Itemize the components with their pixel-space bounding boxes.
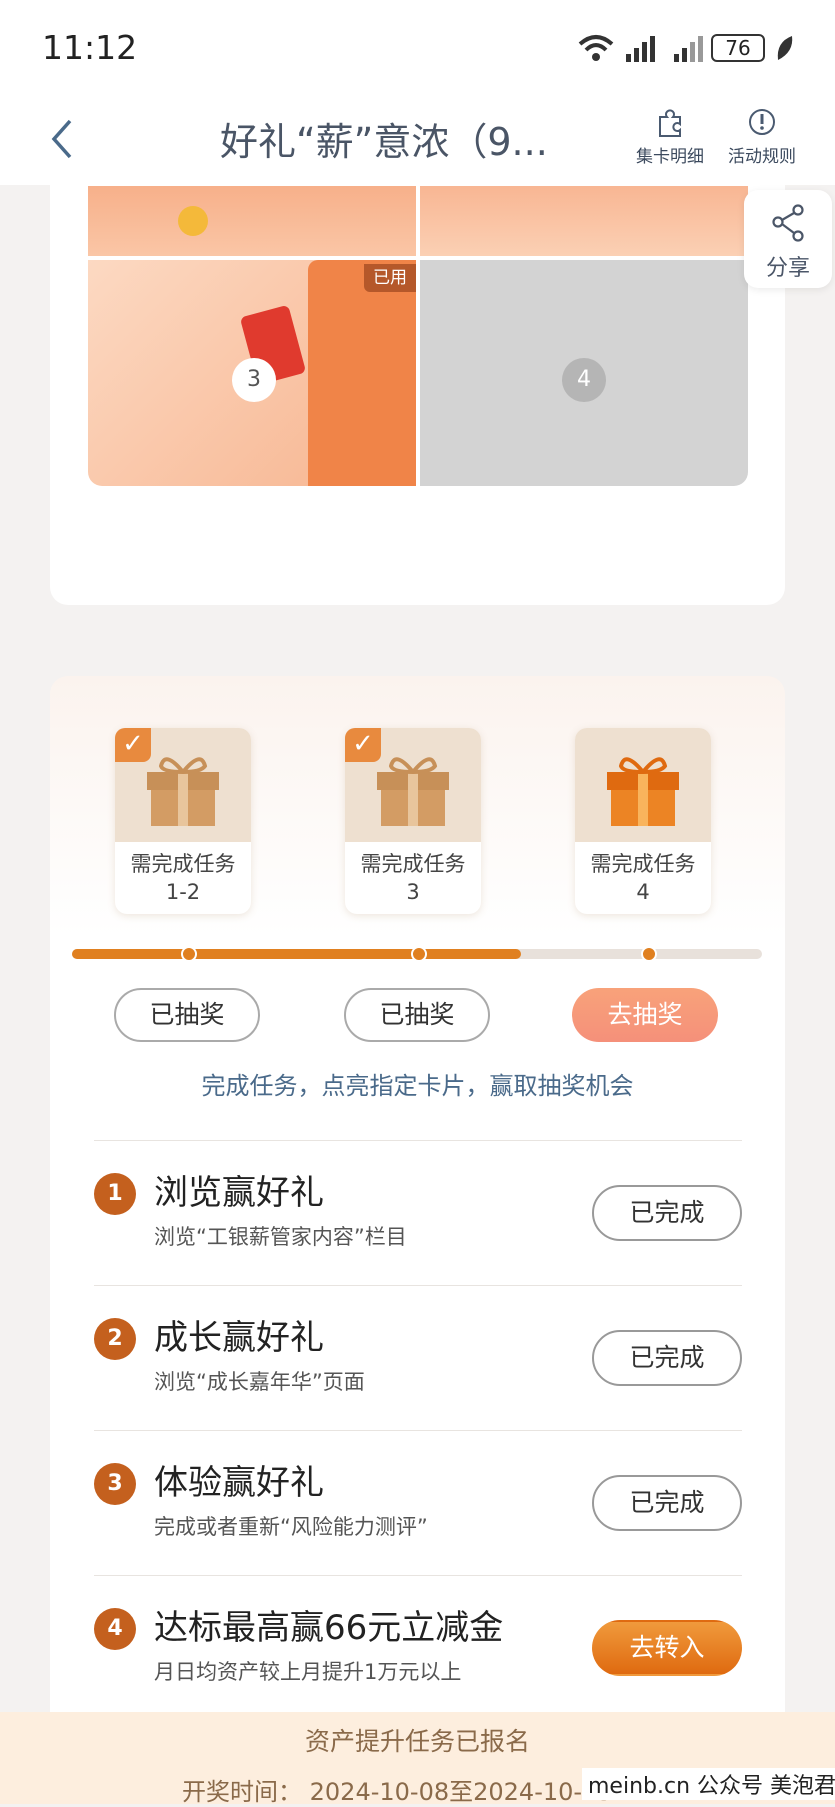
- card-3[interactable]: 已用 3: [88, 260, 416, 486]
- gift-2-tasks: 3: [406, 880, 420, 904]
- gift-tile-1: ✓ 需完成任务 1-2: [115, 728, 251, 914]
- share-icon: [772, 204, 804, 242]
- task-item-3: 3 体验赢好礼 完成或者重新“风险能力测评” 已完成: [94, 1433, 742, 1578]
- task-item-1: 1 浏览赢好礼 浏览“工银薪管家内容”栏目 已完成: [94, 1143, 742, 1288]
- check-icon: ✓: [345, 728, 381, 762]
- rules-label: 活动规则: [728, 147, 796, 167]
- task-4-desc: 月日均资产较上月提升1万元以上: [154, 1660, 462, 1684]
- task-3-desc: 完成或者重新“风险能力测评”: [154, 1515, 428, 1539]
- divider: [94, 1285, 742, 1286]
- puzzle-icon: [659, 109, 681, 137]
- gift-tile-2: ✓ 需完成任务 3: [345, 728, 481, 914]
- progress-track: [72, 946, 762, 962]
- gift-tile-3: 需完成任务 4: [575, 728, 711, 914]
- wifi-icon: [578, 35, 614, 61]
- task-item-4: 4 达标最高赢66元立减金 月日均资产较上月提升1万元以上 去转入: [94, 1578, 742, 1723]
- status-time: 11:12: [42, 28, 138, 67]
- share-button[interactable]: 分享: [744, 190, 832, 288]
- progress-node-2: [411, 946, 427, 962]
- progress-fill: [72, 949, 521, 959]
- used-badge: 已用: [364, 264, 416, 292]
- divider: [94, 1575, 742, 1576]
- gift-3-tasks: 4: [636, 880, 650, 904]
- gift-1-label: 需完成任务: [130, 852, 236, 876]
- task-2-desc: 浏览“成长嘉年华”页面: [154, 1370, 365, 1394]
- progress-node-3: [641, 946, 657, 962]
- gift-box-icon: [377, 757, 449, 826]
- gift-3-label: 需完成任务: [590, 852, 696, 876]
- task-1-desc: 浏览“工银薪管家内容”栏目: [154, 1225, 407, 1249]
- task-3-done-button[interactable]: 已完成: [592, 1475, 742, 1531]
- status-bar: 11:12 76: [0, 0, 835, 95]
- signal-icon: [626, 36, 655, 62]
- task-1-number: 1: [94, 1173, 136, 1215]
- watermark: meinb.cn 公众号 美泡君: [582, 1768, 835, 1800]
- check-icon: ✓: [115, 728, 151, 762]
- draw-lottery-button[interactable]: 去抽奖: [572, 988, 718, 1042]
- transfer-in-button[interactable]: 去转入: [592, 1620, 742, 1676]
- card-4-locked[interactable]: 4: [420, 260, 748, 486]
- back-icon[interactable]: [48, 117, 76, 161]
- watermark-account: 公众号 美泡君: [697, 1774, 835, 1799]
- card-illustration: [308, 260, 416, 486]
- task-2-name: 成长赢好礼: [154, 1318, 324, 1358]
- watermark-site: meinb.cn: [588, 1774, 691, 1799]
- task-3-name: 体验赢好礼: [154, 1463, 324, 1503]
- card-detail-label: 集卡明细: [636, 147, 704, 167]
- card-detail-button[interactable]: 集卡明细: [636, 107, 704, 167]
- info-icon: [749, 109, 775, 135]
- card-1[interactable]: [88, 186, 416, 256]
- drawn-button-1[interactable]: 已抽奖: [114, 988, 260, 1042]
- gift-box-icon: [607, 757, 679, 826]
- task-item-2: 2 成长赢好礼 浏览“成长嘉年华”页面 已完成: [94, 1288, 742, 1433]
- footer-banner: 资产提升任务已报名 开奖时间： 2024-10-08至2024-10-15 me…: [0, 1712, 835, 1806]
- card-collection-panel: 已用 3 4: [50, 170, 785, 605]
- divider: [94, 1430, 742, 1431]
- hint-text: 完成任务，点亮指定卡片，赢取抽奖机会: [201, 1072, 634, 1100]
- card-grid: 已用 3 4: [88, 186, 748, 486]
- card-4-number: 4: [562, 358, 606, 402]
- task-4-name: 达标最高赢66元立减金: [154, 1608, 504, 1648]
- draw-time-label: 开奖时间：: [182, 1778, 302, 1806]
- share-label: 分享: [765, 256, 810, 281]
- gift-2-label: 需完成任务: [360, 852, 466, 876]
- page-title: 好礼“薪”意浓（9...: [220, 120, 548, 164]
- signal-2-icon: [674, 36, 703, 62]
- divider: [94, 1140, 742, 1141]
- task-2-number: 2: [94, 1318, 136, 1360]
- footer-registered-text: 资产提升任务已报名: [304, 1727, 530, 1756]
- gift-1-tasks: 1-2: [165, 880, 201, 904]
- card-2[interactable]: [420, 186, 748, 256]
- gift-box-icon: [147, 757, 219, 826]
- leaf-icon: [777, 36, 793, 60]
- rules-button[interactable]: 活动规则: [728, 107, 796, 167]
- progress-node-1: [181, 946, 197, 962]
- task-1-done-button[interactable]: 已完成: [592, 1185, 742, 1241]
- task-3-number: 3: [94, 1463, 136, 1505]
- drawn-button-2[interactable]: 已抽奖: [344, 988, 490, 1042]
- card-3-number: 3: [232, 358, 276, 402]
- task-4-number: 4: [94, 1608, 136, 1650]
- task-1-name: 浏览赢好礼: [154, 1173, 324, 1213]
- task-2-done-button[interactable]: 已完成: [592, 1330, 742, 1386]
- battery-indicator: 76: [711, 34, 765, 62]
- coin-icon: [178, 206, 208, 236]
- draw-time-value: 2024-10-08至2024-10-15: [309, 1778, 613, 1806]
